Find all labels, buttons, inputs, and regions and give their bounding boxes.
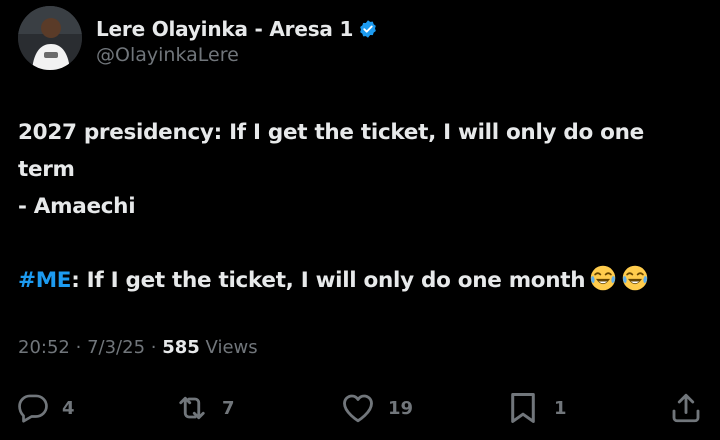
meta-separator: · [150,337,157,358]
views-count: 585 [162,337,200,358]
bookmark-icon [511,393,535,423]
like-count: 19 [388,397,414,419]
action-bar: 4 7 19 1 [0,388,720,428]
heart-icon [343,394,373,423]
tweet-date[interactable]: 7/3/25 [87,337,145,358]
share-icon [672,393,700,423]
laughing-tears-emoji-icon [623,265,648,291]
bookmark-count: 1 [554,397,567,419]
tweet-meta: 20:52 · 7/3/25 · 585 Views [18,337,258,358]
author-handle[interactable]: @OlayinkaLere [96,44,239,66]
tweet-paragraph-gap [18,225,698,262]
tweet-line-1: 2027 presidency: If I get the ticket, I … [18,120,644,145]
tweet-line-2: term [18,157,75,182]
avatar-photo-icon [18,6,82,70]
laughing-tears-emoji-icon [591,265,616,291]
tweet-card: Lere Olayinka - Aresa 1 @OlayinkaLere 20… [0,0,720,440]
repost-icon [179,396,205,420]
tweet-line-4: #ME: If I get the ticket, I will only do… [18,262,698,299]
reply-count: 4 [62,397,75,419]
bookmark-button[interactable]: 1 [504,388,567,428]
repost-count: 7 [222,397,235,419]
author-display-name[interactable]: Lere Olayinka - Aresa 1 [96,17,353,41]
verified-badge-icon [360,20,377,38]
hashtag-link[interactable]: #ME [18,268,72,293]
tweet-time[interactable]: 20:52 [18,337,70,358]
meta-separator: · [75,337,82,358]
repost-button[interactable]: 7 [174,388,235,428]
views-label: Views [205,337,258,358]
share-button[interactable] [668,388,704,428]
tweet-line-3: - Amaechi [18,194,136,219]
author-name-row: Lere Olayinka - Aresa 1 [96,14,378,44]
avatar[interactable] [18,6,82,70]
reply-button[interactable]: 4 [16,388,75,428]
tweet-line-4-text: : If I get the ticket, I will only do on… [71,268,586,293]
like-button[interactable]: 19 [340,388,413,428]
tweet-text: 2027 presidency: If I get the ticket, I … [18,114,698,299]
reply-icon [18,394,48,423]
